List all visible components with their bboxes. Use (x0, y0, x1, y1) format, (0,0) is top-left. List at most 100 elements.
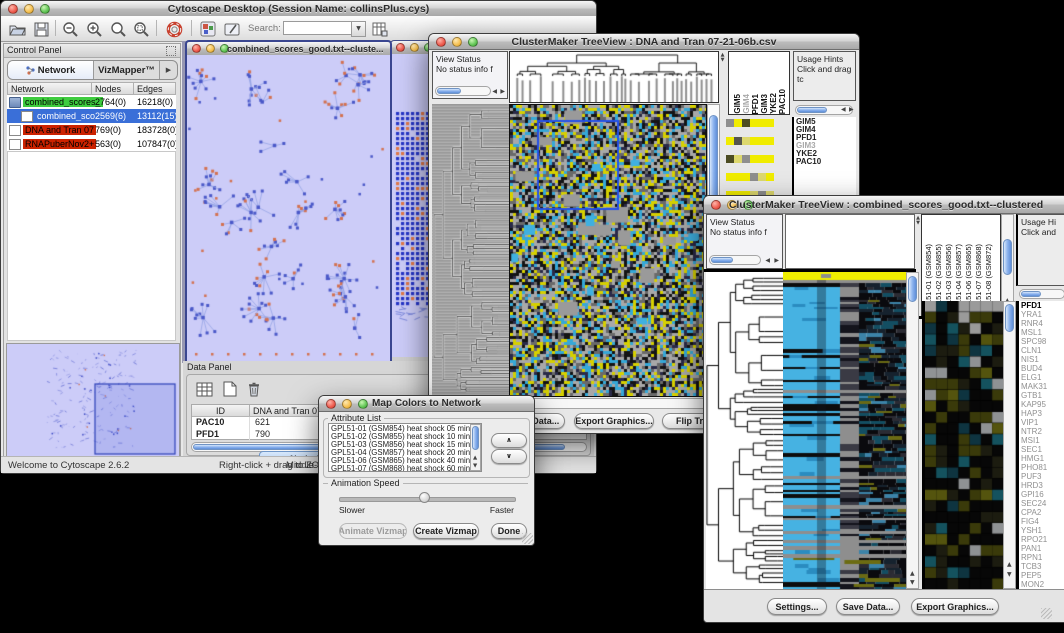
scrollbar-thumb[interactable] (797, 107, 827, 113)
tv2-detail-heatmap[interactable] (922, 301, 1003, 589)
matrix-cell[interactable] (758, 119, 766, 127)
tv2-usage-hscrollbar[interactable] (1019, 289, 1064, 299)
matrix-cell[interactable] (734, 137, 742, 145)
scroll-up-icon[interactable]: ▲ (473, 456, 477, 462)
scroll-down-icon[interactable]: ▼ (910, 580, 915, 586)
help-lifering-button[interactable] (163, 18, 185, 40)
move-up-button[interactable]: ∧ (491, 433, 527, 448)
matrix-cell[interactable] (750, 173, 758, 181)
matrix-cell[interactable] (750, 137, 758, 145)
matrix-cell[interactable] (766, 155, 774, 163)
tabs-more-button[interactable]: ▶ (160, 61, 177, 79)
matrix-cell[interactable] (758, 173, 766, 181)
tv1-status-hscrollbar[interactable] (435, 86, 491, 96)
resize-grip[interactable] (1041, 608, 1052, 619)
matrix-cell[interactable] (726, 173, 734, 181)
scrollbar-thumb[interactable] (711, 257, 733, 263)
tv1-row-dendrogram[interactable] (432, 104, 509, 395)
scrollbar-thumb[interactable] (1021, 291, 1041, 297)
matrix-cell[interactable] (726, 155, 734, 163)
network-overview-thumbnail[interactable] (6, 343, 180, 458)
network-list-row[interactable]: RNAPuberNov2+563(0)107847(0) (7, 137, 176, 151)
tv2-column-dendrogram[interactable] (785, 214, 915, 269)
search-input[interactable] (283, 21, 354, 35)
matrix-cell[interactable] (766, 173, 774, 181)
save-data-button[interactable]: Save Data... (836, 598, 900, 615)
tv2-heatmap-vscrollbar[interactable]: ▲ ▼ (906, 272, 919, 589)
attribute-browser-button[interactable] (369, 18, 391, 40)
network-list-row[interactable]: combined_sco2569(6)13112(15) (7, 109, 176, 123)
tv1-heatmap[interactable] (509, 104, 707, 397)
scroll-down-icon[interactable]: ▼ (1007, 572, 1012, 578)
create-vizmap-button[interactable]: Create Vizmap (413, 523, 479, 539)
network-list-row[interactable]: DNA and Tran 07769(0)183728(0) (7, 123, 176, 137)
scroll-right-icon[interactable]: ▶ (849, 107, 854, 113)
matrix-cell[interactable] (750, 119, 758, 127)
matrix-cell[interactable] (726, 137, 734, 145)
resize-grip[interactable] (522, 533, 533, 544)
move-down-button[interactable]: ∨ (491, 449, 527, 464)
cytoscape-titlebar[interactable]: Cytoscape Desktop (Session Name: collins… (1, 1, 596, 17)
tv2-row-dendrogram[interactable] (706, 272, 783, 589)
network-canvas-1[interactable] (187, 55, 390, 361)
network-list-row[interactable]: combined_scores_2764(0)16218(0) (7, 95, 176, 109)
matrix-cell[interactable] (766, 137, 774, 145)
speed-slider-thumb[interactable] (419, 492, 430, 503)
tv2-heatmap[interactable] (783, 272, 906, 589)
tv1-tiny-scroll[interactable]: ▲ ▼ (719, 53, 726, 63)
scroll-up-icon[interactable]: ▲ (1007, 562, 1012, 568)
scroll-up-icon[interactable]: ▲ (910, 571, 915, 577)
scrollbar-thumb[interactable] (472, 426, 479, 450)
scrollbar-thumb[interactable] (908, 276, 917, 302)
scroll-left-icon[interactable]: ◀ (492, 89, 497, 95)
tv1-column-dendrogram[interactable] (509, 51, 719, 103)
matrix-cell[interactable] (742, 155, 750, 163)
close-button[interactable] (396, 43, 405, 52)
scroll-down-icon[interactable]: ▼ (473, 464, 477, 470)
matrix-cell[interactable] (742, 119, 750, 127)
matrix-cell[interactable] (742, 173, 750, 181)
zoom-fit-button[interactable] (107, 18, 129, 40)
new-attribute-button[interactable] (219, 378, 241, 400)
zoom-selected-button[interactable] (130, 18, 152, 40)
matrix-cell[interactable] (734, 173, 742, 181)
zoom-in-button[interactable] (83, 18, 105, 40)
scrollbar-thumb[interactable] (437, 88, 461, 94)
minimize-button[interactable] (206, 44, 215, 53)
delete-attribute-button[interactable] (243, 378, 265, 400)
treeview1-titlebar[interactable]: ClusterMaker TreeView : DNA and Tran 07-… (429, 34, 859, 50)
matrix-cell[interactable] (734, 119, 742, 127)
scroll-down-icon[interactable]: ▼ (719, 58, 726, 63)
attribute-list-vscrollbar[interactable]: ▲ ▼ (470, 424, 481, 471)
attribute-list-item[interactable]: GPL51-07 (GSM868) heat shock 60 min (331, 465, 479, 472)
annotation-button[interactable] (221, 18, 243, 40)
scroll-right-icon[interactable]: ▶ (500, 89, 505, 95)
tab-vizmapper[interactable]: VizMapper™ (94, 61, 160, 79)
save-session-button[interactable] (30, 18, 52, 40)
matrix-cell[interactable] (750, 155, 758, 163)
tv1-zoom-matrix[interactable] (726, 119, 774, 167)
tab-network[interactable]: Network (8, 61, 94, 79)
settings-button[interactable]: Settings... (767, 598, 827, 615)
attribute-list[interactable]: GPL51-01 (GSM854) heat shock 05 minGPL51… (328, 423, 482, 472)
scrollbar-thumb[interactable] (1003, 239, 1012, 275)
animate-vizmap-button[interactable]: Animate Vizmap (339, 523, 407, 539)
search-dropdown-button[interactable]: ▼ (351, 21, 366, 37)
export-graphics-button[interactable]: Export Graphics... (911, 598, 999, 615)
tv2-status-hscrollbar[interactable] (709, 255, 761, 265)
zoom-out-button[interactable] (59, 18, 81, 40)
minimize-button[interactable] (410, 43, 419, 52)
scroll-left-icon[interactable]: ◀ (765, 258, 770, 264)
network-view-window-1[interactable]: combined_scores_good.txt--cluste... (185, 40, 392, 363)
treeview2-titlebar[interactable]: ClusterMaker TreeView : combined_scores_… (704, 196, 1064, 214)
export-graphics-button[interactable]: Export Graphics... (574, 413, 654, 429)
matrix-cell[interactable] (742, 137, 750, 145)
matrix-cell[interactable] (726, 119, 734, 127)
scroll-left-icon[interactable]: ◀ (841, 107, 846, 113)
scrollbar-thumb[interactable] (1005, 304, 1014, 332)
dialog-titlebar[interactable]: Map Colors to Network (319, 396, 534, 412)
float-panel-icon[interactable] (166, 46, 176, 56)
matrix-cell[interactable] (758, 155, 766, 163)
select-attributes-button[interactable] (193, 378, 215, 400)
matrix-cell[interactable] (766, 119, 774, 127)
